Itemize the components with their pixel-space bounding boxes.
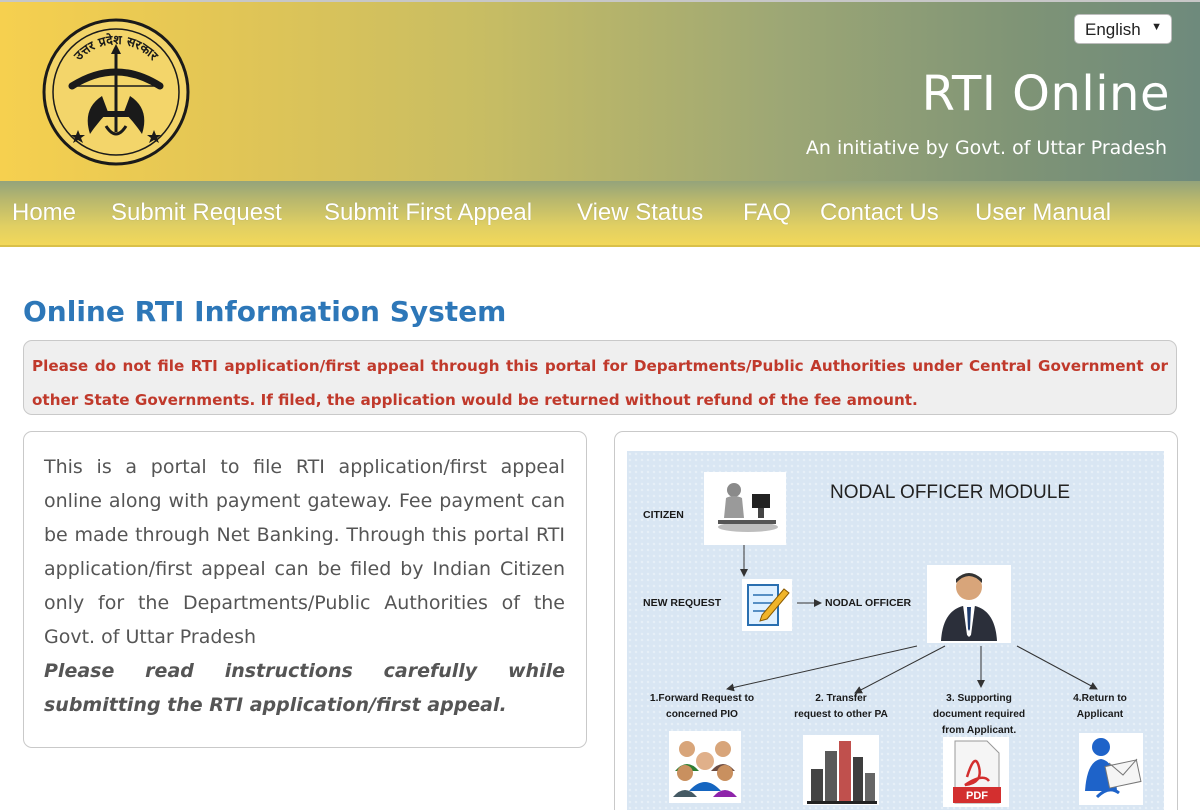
diagram-step-1-line1: 1.Forward Request to [649, 693, 755, 704]
citizen-at-computer-icon [704, 472, 786, 545]
up-government-emblem-icon: उत्तर प्रदेश सरकार [42, 18, 190, 166]
diagram-step-2-line2: request to other PA [794, 709, 888, 720]
portal-description: This is a portal to file RTI application… [44, 456, 565, 648]
diagram-step-3-line1: 3. Supporting [946, 693, 1012, 704]
page-title: Online RTI Information System [23, 295, 507, 328]
nav-item-user-manual[interactable]: User Manual [975, 199, 1111, 227]
nav-item-view-status[interactable]: View Status [577, 199, 703, 227]
diagram-title: NODAL OFFICER MODULE [830, 482, 1070, 503]
diagram-step-1: 1.Forward Request to concerned PIO [639, 691, 765, 723]
diagram-step-2-line1: 2. Transfer [815, 693, 867, 704]
diagram-step-1-line2: concerned PIO [666, 709, 738, 720]
diagram-step-4-line2: Applicant [1076, 709, 1124, 720]
nav-item-home[interactable]: Home [12, 199, 76, 227]
notepad-pencil-icon [742, 579, 792, 631]
warning-notice: Please do not file RTI application/first… [23, 340, 1177, 415]
instructions-note: Please read instructions carefully while… [44, 660, 565, 716]
nodal-officer-label: NODAL OFFICER [825, 597, 912, 609]
people-group-icon [669, 731, 741, 803]
language-select[interactable]: English ▼ [1074, 14, 1172, 44]
diagram-step-2: 2. Transfer request to other PA [777, 691, 905, 723]
nav-item-submit-request[interactable]: Submit Request [111, 199, 282, 227]
site-title: RTI Online [921, 66, 1170, 122]
site-header: उत्तर प्रदेश सरकार English ▼ RTI Online … [0, 0, 1200, 181]
citizen-label: CITIZEN [643, 509, 684, 521]
portal-info-panel: This is a portal to file RTI application… [23, 431, 587, 748]
nav-item-contact-us[interactable]: Contact Us [820, 199, 939, 227]
language-select-value: English [1085, 20, 1141, 39]
nav-item-submit-first-appeal[interactable]: Submit First Appeal [324, 199, 532, 227]
return-to-applicant-icon [1079, 733, 1143, 805]
nodal-officer-module-diagram: NODAL OFFICER MODULE CITIZEN NEW REQUEST… [627, 451, 1164, 810]
main-nav: Home Submit Request Submit First Appeal … [0, 181, 1200, 247]
chevron-down-icon: ▼ [1151, 21, 1162, 33]
diagram-step-3-line2: document required [932, 709, 1026, 720]
diagram-step-4-line1: 4.Return to [1073, 693, 1127, 704]
diagram-step-4: 4.Return to Applicant [1053, 691, 1147, 723]
city-buildings-icon [803, 735, 879, 805]
nodal-officer-person-icon [927, 565, 1011, 643]
site-subtitle: An initiative by Govt. of Uttar Pradesh [805, 137, 1167, 159]
nav-item-faq[interactable]: FAQ [743, 199, 791, 227]
diagram-step-3: 3. Supporting document required from App… [917, 691, 1041, 739]
pdf-document-icon: PDF [943, 737, 1009, 807]
pdf-label: PDF [966, 790, 988, 802]
new-request-label: NEW REQUEST [643, 597, 722, 609]
